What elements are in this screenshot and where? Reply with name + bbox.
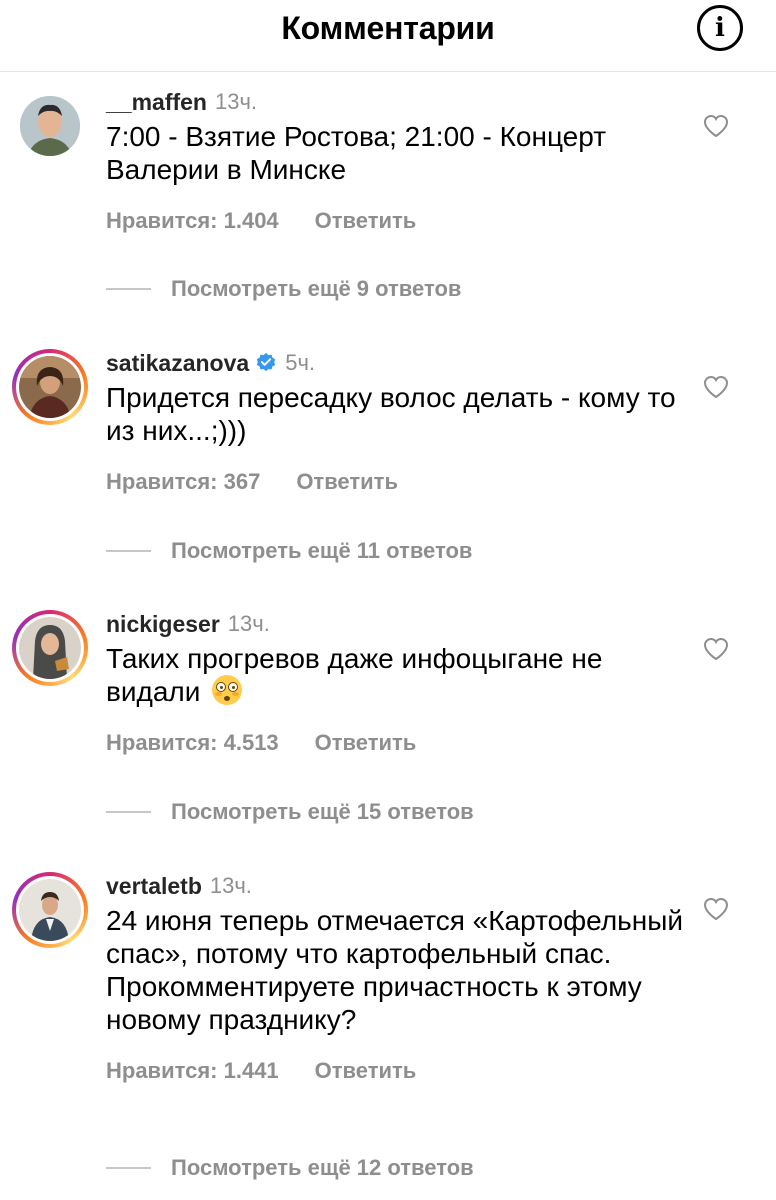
view-replies-button[interactable]: Посмотреть ещё 12 ответов — [106, 1155, 474, 1181]
comment-username[interactable]: vertaletb — [106, 872, 202, 900]
view-replies-button[interactable]: Посмотреть ещё 15 ответов — [106, 799, 474, 825]
story-ring — [12, 349, 88, 425]
avatar[interactable] — [12, 88, 88, 164]
story-ring — [12, 610, 88, 686]
heart-icon[interactable] — [703, 375, 729, 399]
reply-button[interactable]: Ответить — [315, 730, 417, 756]
replies-divider — [106, 288, 151, 290]
avatar[interactable] — [12, 349, 88, 425]
avatar[interactable] — [12, 610, 88, 686]
comment-text-wrapper: Таких прогревов даже инфоцыгане не видал… — [106, 642, 692, 708]
comment-username[interactable]: nickigeser — [106, 610, 220, 638]
like-count[interactable]: Нравится: 367 — [106, 469, 260, 495]
comment-text: 24 июня теперь отмечается «Картофельный … — [106, 905, 683, 1035]
like-count[interactable]: Нравится: 1.441 — [106, 1058, 279, 1084]
info-icon[interactable]: i — [697, 5, 743, 51]
replies-divider — [106, 811, 151, 813]
heart-icon[interactable] — [703, 114, 729, 138]
replies-divider — [106, 550, 151, 552]
comment-text: Придется пересадку волос делать - кому т… — [106, 382, 676, 446]
view-replies-label: Посмотреть ещё 9 ответов — [171, 276, 462, 301]
like-count[interactable]: Нравится: 4.513 — [106, 730, 279, 756]
comment-time: 5ч. — [285, 350, 316, 375]
reply-button[interactable]: Ответить — [315, 1058, 417, 1084]
heart-icon[interactable] — [703, 897, 729, 921]
story-ring — [12, 872, 88, 948]
comment-time: 13ч. — [227, 611, 270, 636]
comment-text: 7:00 - Взятие Ростова; 21:00 - Концерт В… — [106, 121, 607, 185]
verified-badge-icon — [257, 352, 276, 372]
view-replies-label: Посмотреть ещё 11 ответов — [171, 538, 473, 563]
comment-time: 13ч. — [214, 89, 258, 114]
page-title: Комментарии — [281, 10, 495, 46]
avatar[interactable] — [12, 872, 88, 948]
heart-icon[interactable] — [703, 637, 729, 661]
view-replies-label: Посмотреть ещё 15 ответов — [171, 799, 474, 824]
replies-divider — [106, 1167, 151, 1169]
reply-button[interactable]: Ответить — [296, 469, 398, 495]
comment-text: Таких прогревов даже инфоцыгане не видал… — [106, 643, 603, 707]
view-replies-button[interactable]: Посмотреть ещё 9 ответов — [106, 276, 461, 302]
header-bar: Комментарии i — [0, 0, 776, 72]
reply-button[interactable]: Ответить — [315, 208, 417, 234]
view-replies-label: Посмотреть ещё 12 ответов — [171, 1155, 474, 1180]
comment-username[interactable]: satikazanova — [106, 349, 249, 377]
comment-time: 13ч. — [209, 873, 252, 898]
comment-username[interactable]: __maffen — [106, 88, 207, 116]
like-count[interactable]: Нравится: 1.404 — [106, 208, 279, 234]
view-replies-button[interactable]: Посмотреть ещё 11 ответов — [106, 538, 472, 564]
flushed-face-emoji — [212, 675, 243, 705]
